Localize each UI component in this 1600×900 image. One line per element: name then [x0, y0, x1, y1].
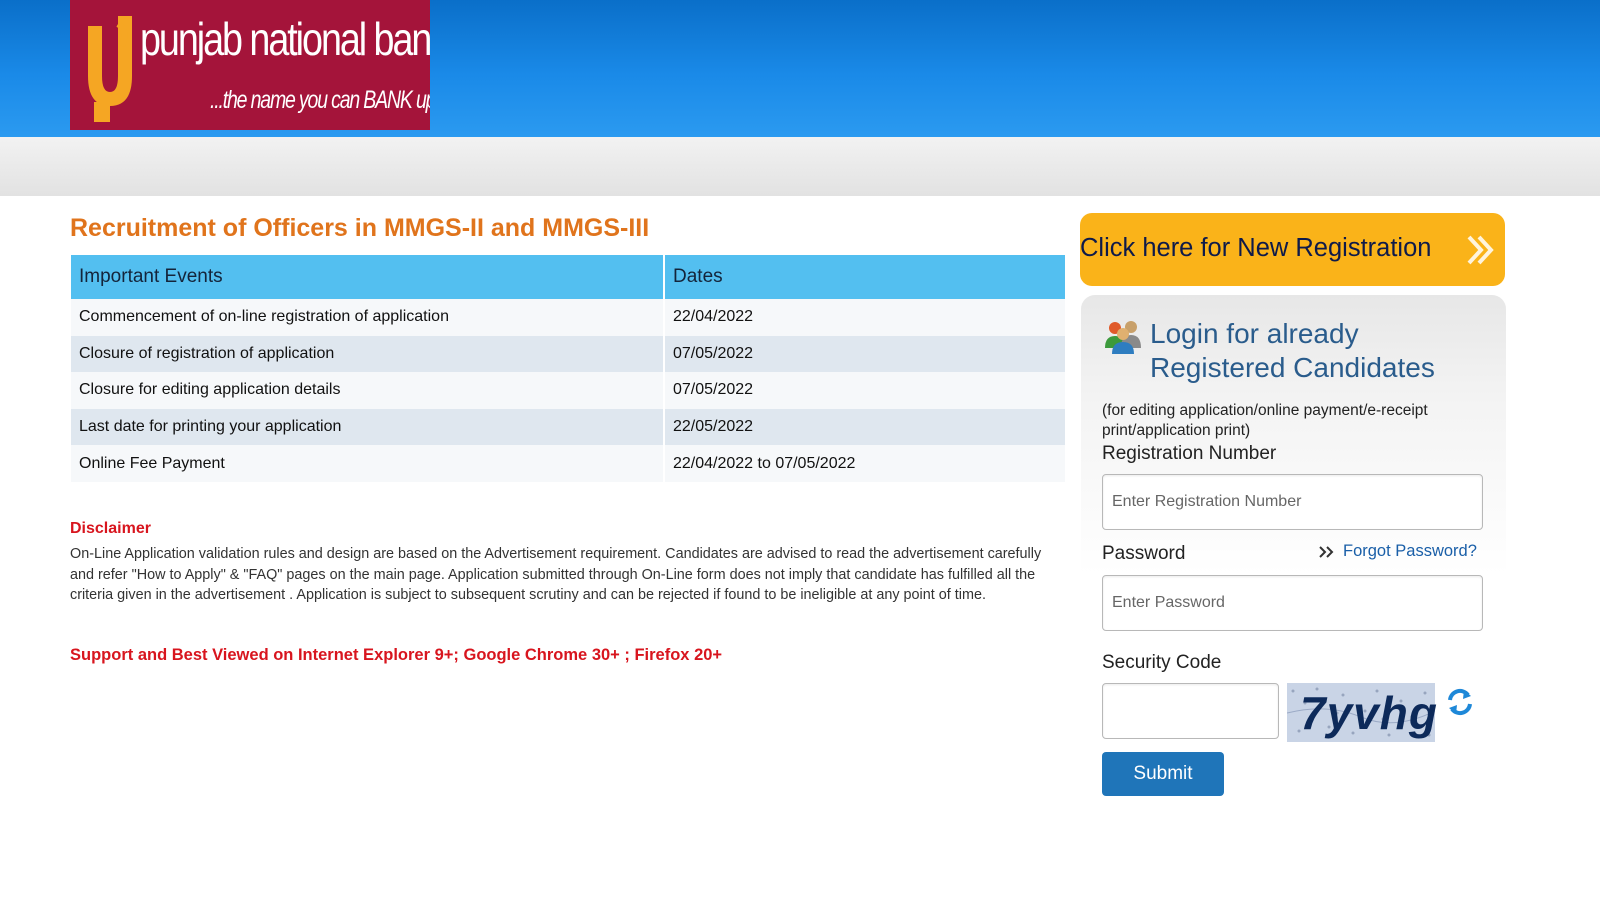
date-cell: 07/05/2022 — [663, 335, 1065, 373]
table-row: Online Fee Payment 22/04/2022 to 07/05/2… — [71, 445, 1065, 482]
important-events-table: Important Events Dates Commencement of o… — [71, 255, 1065, 482]
forgot-password-link[interactable]: Forgot Password? — [1317, 542, 1477, 561]
event-cell: Last date for printing your application — [71, 408, 664, 446]
date-cell: 22/04/2022 — [663, 299, 1065, 336]
security-code-input[interactable] — [1102, 683, 1279, 739]
login-title: Login for already Registered Candidates — [1150, 318, 1435, 383]
column-header-events: Important Events — [71, 255, 664, 299]
event-cell: Online Fee Payment — [71, 445, 664, 482]
double-chevron-right-icon — [1467, 235, 1494, 265]
captcha-text: 7yvhg — [1300, 687, 1438, 739]
table-row: Closure of registration of application 0… — [71, 335, 1065, 373]
logo-tagline: ...the name you can BANK upon ! — [210, 86, 430, 114]
table-row: Commencement of on-line registration of … — [71, 299, 1065, 336]
new-registration-button[interactable]: Click here for New Registration — [1080, 213, 1505, 286]
forgot-password-label: Forgot Password? — [1343, 542, 1477, 560]
table-row: Closure for editing application details … — [71, 372, 1065, 409]
event-cell: Commencement of on-line registration of … — [71, 299, 664, 336]
disclaimer-text: On-Line Application validation rules and… — [70, 546, 1042, 603]
date-cell: 07/05/2022 — [663, 372, 1065, 409]
pnb-logo-mark-icon — [88, 16, 132, 122]
login-note: (for editing application/online payment/… — [1102, 402, 1428, 439]
browser-support-note: Support and Best Viewed on Internet Expl… — [70, 646, 723, 664]
table-header-row: Important Events Dates — [71, 255, 1065, 299]
refresh-icon[interactable] — [1444, 686, 1476, 718]
new-registration-label: Click here for New Registration — [1080, 234, 1432, 262]
registration-number-input[interactable] — [1102, 474, 1483, 530]
logo-bank-name: punjab national bank — [140, 13, 430, 65]
event-cell: Closure of registration of application — [71, 335, 664, 373]
page-title: Recruitment of Officers in MMGS-II and M… — [70, 214, 650, 242]
password-input[interactable] — [1102, 575, 1483, 631]
password-label: Password — [1102, 543, 1186, 564]
column-header-dates: Dates — [663, 255, 1065, 299]
users-icon — [1105, 321, 1141, 354]
event-cell: Closure for editing application details — [71, 372, 664, 409]
table-row: Last date for printing your application … — [71, 408, 1065, 446]
submit-button[interactable]: Submit — [1102, 752, 1224, 796]
pnb-logo[interactable]: punjab national bank ...the name you can… — [70, 0, 430, 130]
nav-bar — [0, 137, 1600, 196]
disclaimer-heading: Disclaimer — [70, 520, 151, 537]
security-code-label: Security Code — [1102, 652, 1222, 673]
double-chevron-right-icon — [1319, 545, 1334, 558]
date-cell: 22/05/2022 — [663, 408, 1065, 446]
registration-number-label: Registration Number — [1102, 443, 1277, 464]
date-cell: 22/04/2022 to 07/05/2022 — [663, 445, 1065, 482]
site-header: punjab national bank ...the name you can… — [0, 0, 1600, 137]
